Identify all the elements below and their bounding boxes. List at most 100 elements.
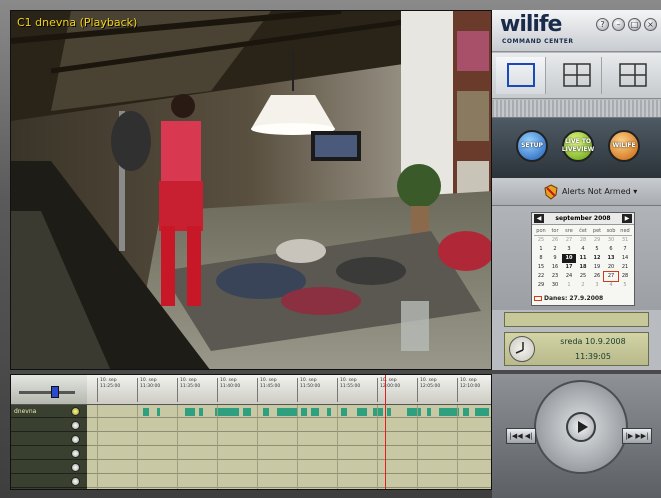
calendar-day[interactable]: 13 — [604, 254, 618, 263]
timeline-track[interactable] — [87, 447, 491, 460]
calendar-day[interactable]: 22 — [534, 272, 548, 281]
recording-segment[interactable] — [357, 408, 367, 416]
calendar-day[interactable]: 5 — [590, 245, 604, 254]
calendar-day[interactable]: 5 — [618, 281, 632, 290]
multi-view-button[interactable] — [608, 57, 658, 94]
recording-segment[interactable] — [185, 408, 195, 416]
calendar-day[interactable]: 24 — [562, 272, 576, 281]
camera-toggle-icon[interactable] — [71, 477, 80, 486]
recording-segment[interactable] — [387, 408, 391, 416]
timeline-ruler[interactable]: 10. sep 11:25:00 10. sep 11:30:00 10. sep 11:… — [87, 375, 491, 405]
timeline-track[interactable] — [87, 461, 491, 474]
calendar-day[interactable]: 21 — [618, 263, 632, 272]
calendar-day[interactable]: 14 — [618, 254, 632, 263]
calendar-day[interactable]: 19 — [590, 263, 604, 272]
camera-toggle-icon[interactable] — [71, 435, 80, 444]
calendar-day[interactable]: 31 — [618, 236, 632, 245]
calendar-day[interactable]: 10 — [562, 254, 576, 263]
camera-row-label[interactable]: dnevna — [11, 405, 87, 418]
camera-toggle-icon[interactable] — [71, 463, 80, 472]
calendar-day[interactable]: 29 — [534, 281, 548, 290]
calendar-day[interactable]: 3 — [562, 245, 576, 254]
recording-segment[interactable] — [243, 408, 251, 416]
calendar-day[interactable]: 2 — [548, 245, 562, 254]
zoom-slider-track[interactable] — [19, 391, 75, 394]
video-viewer[interactable]: C1 dnevna (Playback) — [10, 10, 492, 370]
calendar-day[interactable]: 3 — [590, 281, 604, 290]
quad-view-button[interactable] — [552, 57, 602, 94]
recording-segment[interactable] — [311, 408, 319, 416]
recording-segment[interactable] — [327, 408, 331, 416]
alerts-dropdown[interactable]: Alerts Not Armed ▾ — [492, 178, 661, 206]
help-icon[interactable]: ? — [596, 18, 609, 31]
calendar-day[interactable]: 11 — [576, 254, 590, 263]
recording-segment[interactable] — [215, 408, 239, 416]
calendar-day[interactable]: 6 — [604, 245, 618, 254]
wilife-button[interactable]: WILIFE — [608, 130, 640, 162]
camera-row-label[interactable] — [11, 433, 87, 446]
calendar-day[interactable]: 30 — [604, 236, 618, 245]
recording-segment[interactable] — [199, 408, 203, 416]
calendar-day[interactable]: 25 — [576, 272, 590, 281]
calendar-day[interactable]: 17 — [562, 263, 576, 272]
calendar-today[interactable]: Danes: 27.9.2008 — [534, 295, 603, 302]
forward-button[interactable]: |▶ ▶▶| — [622, 428, 652, 444]
camera-row-label[interactable] — [11, 475, 87, 488]
liveview-button[interactable]: LIVE TO LIVEVIEW — [562, 130, 594, 162]
recording-segment[interactable] — [463, 408, 469, 416]
camera-row-label[interactable] — [11, 461, 87, 474]
minimize-icon[interactable]: – — [612, 18, 625, 31]
calendar-day[interactable]: 27 — [603, 271, 619, 282]
playhead[interactable] — [385, 375, 386, 489]
camera-toggle-icon[interactable] — [71, 421, 80, 430]
timeline-track[interactable] — [87, 475, 491, 488]
calendar-day[interactable]: 18 — [576, 263, 590, 272]
calendar-day[interactable]: 2 — [576, 281, 590, 290]
recording-segment[interactable] — [277, 408, 297, 416]
calendar-day[interactable]: 7 — [618, 245, 632, 254]
calendar-day[interactable]: 4 — [604, 281, 618, 290]
prev-month-icon[interactable]: ◀ — [534, 214, 544, 223]
zoom-slider-handle[interactable] — [51, 386, 59, 398]
single-view-button[interactable] — [496, 57, 546, 94]
camera-row-label[interactable] — [11, 419, 87, 432]
timeline-track[interactable] — [87, 433, 491, 446]
recording-segment[interactable] — [407, 408, 421, 416]
calendar-day[interactable]: 23 — [548, 272, 562, 281]
recording-segment[interactable] — [157, 408, 160, 416]
calendar-day[interactable]: 1 — [562, 281, 576, 290]
play-button[interactable] — [566, 412, 596, 442]
recording-segment[interactable] — [341, 408, 347, 416]
recording-segment[interactable] — [143, 408, 149, 416]
camera-row-label[interactable] — [11, 447, 87, 460]
calendar-day[interactable]: 12 — [590, 254, 604, 263]
calendar-day[interactable]: 1 — [534, 245, 548, 254]
calendar-day[interactable]: 20 — [604, 263, 618, 272]
calendar-day[interactable]: 26 — [590, 272, 604, 281]
calendar-day[interactable]: 28 — [618, 272, 632, 281]
calendar-day[interactable]: 8 — [534, 254, 548, 263]
timeline-track[interactable] — [87, 419, 491, 432]
calendar-day[interactable]: 25 — [534, 236, 548, 245]
calendar-day[interactable]: 4 — [576, 245, 590, 254]
calendar-day[interactable]: 26 — [548, 236, 562, 245]
next-month-icon[interactable]: ▶ — [622, 214, 632, 223]
recording-segment[interactable] — [373, 408, 383, 416]
close-icon[interactable]: × — [644, 18, 657, 31]
rewind-button[interactable]: |◀◀ ◀| — [506, 428, 536, 444]
timeline-track[interactable] — [87, 405, 491, 418]
recording-segment[interactable] — [475, 408, 489, 416]
calendar-day[interactable]: 9 — [548, 254, 562, 263]
calendar-day[interactable]: 30 — [548, 281, 562, 290]
calendar-day[interactable]: 27 — [562, 236, 576, 245]
recording-segment[interactable] — [301, 408, 307, 416]
calendar-day[interactable]: 28 — [576, 236, 590, 245]
calendar-day[interactable]: 16 — [548, 263, 562, 272]
restore-icon[interactable]: □ — [628, 18, 641, 31]
camera-toggle-icon[interactable] — [71, 449, 80, 458]
calendar-day[interactable]: 29 — [590, 236, 604, 245]
recording-segment[interactable] — [439, 408, 459, 416]
recording-segment[interactable] — [263, 408, 269, 416]
recording-segment[interactable] — [427, 408, 431, 416]
timeline-tracks[interactable] — [87, 375, 491, 489]
